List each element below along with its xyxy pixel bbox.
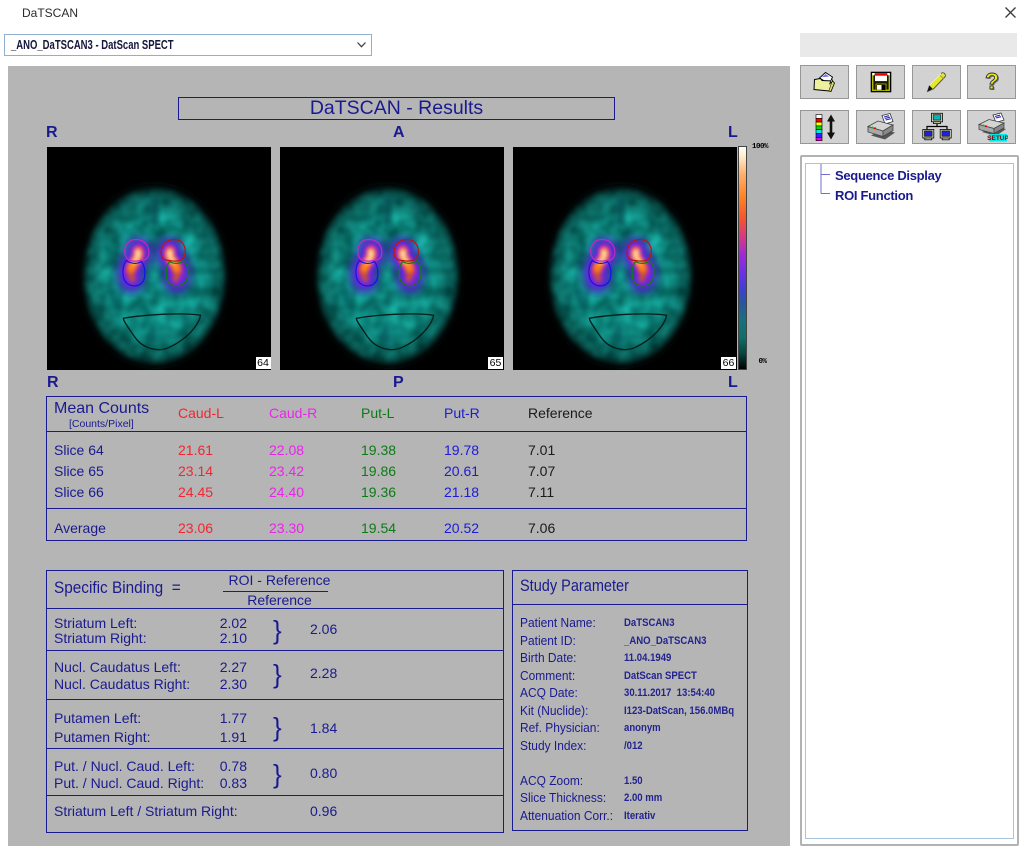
svg-text:SETUP: SETUP <box>987 135 1008 142</box>
svg-text:?: ? <box>984 71 998 94</box>
